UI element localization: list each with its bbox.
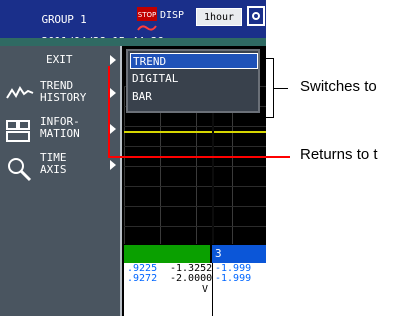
left-softkey-menu: EXIT TREND HISTORY INFOR- MATION TIME AX… xyxy=(0,46,122,316)
menu-time-axis[interactable]: TIME AXIS xyxy=(0,152,120,182)
display-screen: GROUP 1 2011/04/28 15:44:36 STOP DISP 1h… xyxy=(0,0,266,316)
magnifier-icon xyxy=(8,158,32,182)
callout-returns-text: Returns to t xyxy=(300,146,378,163)
readout-col2: -1.3252 -2.0000 xyxy=(170,263,213,284)
chevron-right-icon xyxy=(110,160,116,170)
information-icon xyxy=(6,120,30,142)
menu-exit[interactable]: EXIT xyxy=(0,52,120,70)
menu-trend-history[interactable]: TREND HISTORY xyxy=(0,80,120,110)
channel-3-label: 3 xyxy=(215,247,222,260)
menu-trend-history-label: TREND HISTORY xyxy=(40,79,87,104)
trend-history-icon xyxy=(6,86,34,99)
readout-col1: .9225 .9272 xyxy=(127,263,158,284)
readout-col3: -1.999 -1.999 xyxy=(215,263,252,284)
display-type-popup: TREND DIGITAL BAR xyxy=(126,49,260,113)
readout-unit: V xyxy=(202,284,209,295)
menu-information[interactable]: INFOR- MATION xyxy=(0,116,120,146)
callout-line xyxy=(274,88,288,89)
popup-item-trend[interactable]: TREND xyxy=(130,53,258,69)
trend-line xyxy=(124,131,266,133)
menu-time-axis-label: TIME AXIS xyxy=(40,151,67,176)
chevron-right-icon xyxy=(110,55,116,65)
menu-exit-label: EXIT xyxy=(46,53,73,66)
rate-button[interactable]: 1hour xyxy=(196,8,242,26)
group-name: GROUP 1 xyxy=(41,13,87,26)
chevron-right-icon xyxy=(110,88,116,98)
callout-red-horizontal xyxy=(108,156,290,158)
stop-icon: STOP xyxy=(137,7,157,31)
channel-green-header xyxy=(124,245,210,263)
disp-label: DISP xyxy=(160,10,185,21)
popup-item-bar[interactable]: BAR xyxy=(130,89,258,105)
popup-item-digital[interactable]: DIGITAL xyxy=(130,71,258,87)
callout-bracket xyxy=(262,58,274,118)
top-strip xyxy=(0,38,266,46)
menu-information-label: INFOR- MATION xyxy=(40,115,80,140)
chevron-right-icon xyxy=(110,124,116,134)
svg-text:STOP: STOP xyxy=(138,11,156,19)
callout-switches-text: Switches to xyxy=(300,78,377,95)
status-bar: GROUP 1 2011/04/28 15:44:36 STOP DISP 1h… xyxy=(0,0,266,47)
callout-red-vertical xyxy=(108,66,110,157)
snapshot-icon[interactable] xyxy=(247,6,265,26)
